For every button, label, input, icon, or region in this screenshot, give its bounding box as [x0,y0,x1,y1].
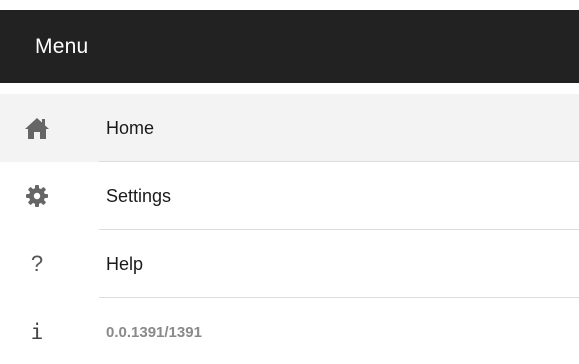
menu-item-settings[interactable]: Settings [0,162,579,230]
menu-item-label: Home [106,117,155,138]
menu-list: Home Settings ? Help i 0.0.1391/1391 [0,94,579,364]
question-mark-icon: ? [30,251,44,276]
menu-item-help[interactable]: ? Help [0,230,579,298]
menu-item-home[interactable]: Home [0,94,579,162]
app-window: Menu Home Settings ? Help i 0.0.1391/139… [0,0,579,364]
menu-item-label: Settings [106,185,172,206]
menu-item-label: Help [106,253,144,274]
home-icon [0,94,74,162]
info-icon: i [30,320,44,344]
version-text: 0.0.1391/1391 [106,323,202,341]
version-info: i 0.0.1391/1391 [0,298,579,364]
menu-header: Menu [0,10,579,83]
page-title: Menu [35,34,89,58]
gear-icon [0,162,74,230]
